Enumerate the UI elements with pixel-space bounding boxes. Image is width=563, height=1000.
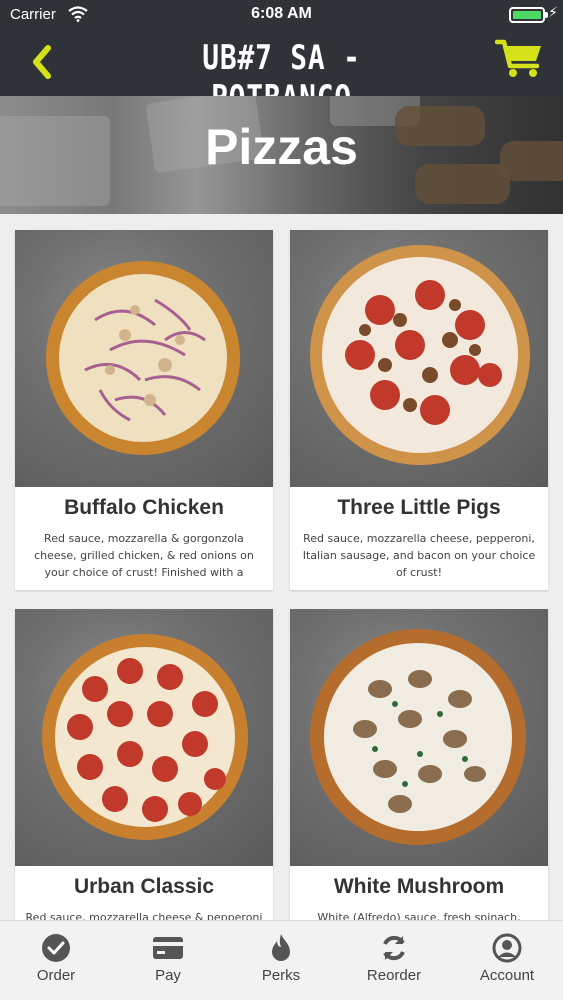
check-circle-icon <box>42 934 70 962</box>
urban-classic-pizza-image <box>15 609 273 866</box>
white-mushroom-pizza-image <box>290 609 548 866</box>
menu-item-name: Three Little Pigs <box>337 496 501 519</box>
menu-item-card[interactable]: Urban Classic Red sauce, mozzarella chee… <box>15 609 273 920</box>
menu-grid: Buffalo Chicken Red sauce, mozzarella & … <box>0 214 563 920</box>
tab-perks[interactable]: Perks <box>225 921 337 1000</box>
menu-item-description: Red sauce, mozzarella cheese, pepperoni,… <box>302 532 536 579</box>
menu-item-description: Red sauce, mozzarella & gorgonzola chees… <box>34 532 254 579</box>
category-hero-banner: Pizzas <box>0 96 563 214</box>
tab-label: Perks <box>261 967 301 984</box>
menu-item-card[interactable]: White Mushroom White (Alfredo) sauce, fr… <box>290 609 548 920</box>
navigation-bar: UB#7 SA - POTRANCO <box>0 30 563 118</box>
back-chevron-icon[interactable] <box>28 42 58 82</box>
bottom-tab-bar: Order Pay Perks Reorder Account <box>0 920 563 1000</box>
tab-reorder[interactable]: Reorder <box>338 921 450 1000</box>
menu-item-card[interactable]: Buffalo Chicken Red sauce, mozzarella & … <box>15 230 273 590</box>
tab-label: Account <box>479 967 535 984</box>
charging-bolt-icon: ⚡ <box>548 5 558 21</box>
credit-card-icon <box>153 937 183 959</box>
refresh-icon <box>383 935 405 961</box>
tab-label: Reorder <box>366 967 422 984</box>
user-circle-icon <box>492 933 522 963</box>
menu-item-description: Red sauce, mozzarella cheese & pepperoni <box>25 911 263 920</box>
status-time: 6:08 AM <box>251 5 312 22</box>
menu-item-name: Buffalo Chicken <box>64 496 224 519</box>
menu-item-name: Urban Classic <box>73 875 215 898</box>
tab-order[interactable]: Order <box>0 921 112 1000</box>
menu-item-description: White (Alfredo) sauce, fresh spinach, <box>317 911 521 920</box>
battery-icon <box>509 7 545 23</box>
menu-item-name: White Mushroom <box>333 875 505 898</box>
tab-label: Pay <box>155 967 181 984</box>
tab-account[interactable]: Account <box>451 921 563 1000</box>
tab-pay[interactable]: Pay <box>112 921 224 1000</box>
status-bar: Carrier 6:08 AM ⚡ <box>0 0 563 30</box>
tab-label: Order <box>36 967 76 984</box>
three-little-pigs-pizza-image <box>290 230 548 487</box>
menu-item-card[interactable]: Three Little Pigs Red sauce, mozzarella … <box>290 230 548 590</box>
flame-icon <box>272 934 290 961</box>
category-heading: Pizzas <box>205 119 358 175</box>
shopping-cart-icon[interactable] <box>495 36 545 80</box>
buffalo-chicken-pizza-image <box>15 230 273 487</box>
